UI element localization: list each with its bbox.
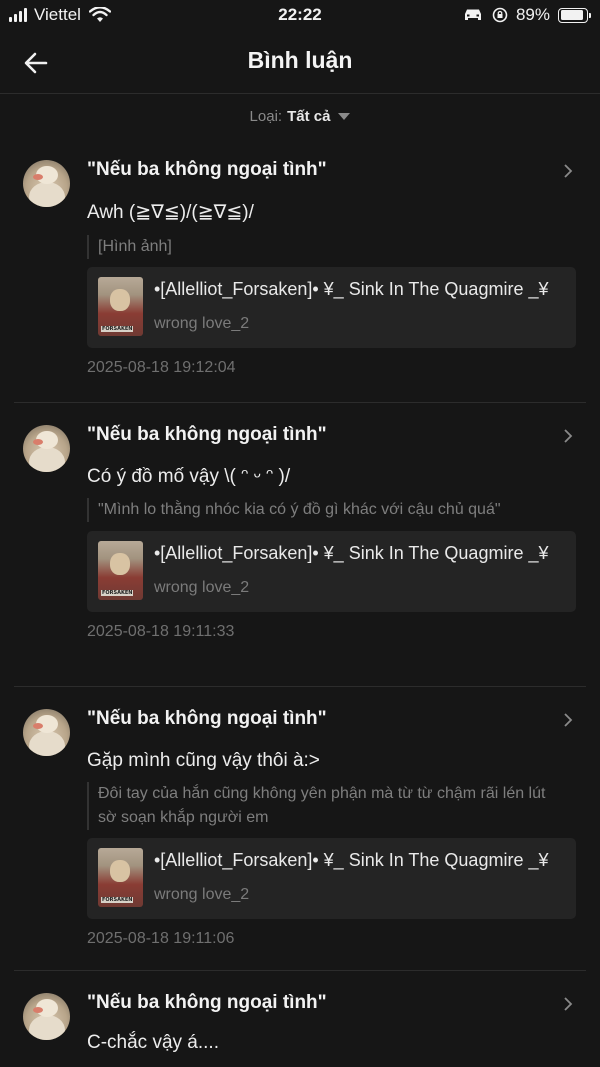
story-chapter: wrong love_2 [154, 886, 250, 903]
header: Bình luận [0, 32, 600, 94]
filter-dropdown[interactable]: Loại: Tất cả [0, 108, 600, 125]
avatar[interactable] [23, 425, 70, 472]
comment-text: Có ý đồ mố vậy \( ᵔ ᵕ ᵔ )/ [87, 466, 291, 487]
chevron-right-icon[interactable] [563, 997, 573, 1011]
chevron-right-icon[interactable] [563, 429, 573, 443]
divider [14, 970, 586, 971]
comment-chapter-title[interactable]: "Nếu ba không ngoại tình" [87, 424, 327, 446]
story-chapter: wrong love_2 [154, 315, 250, 332]
comment-item[interactable]: "Nếu ba không ngoại tình" Gặp mình cũng … [0, 691, 600, 973]
avatar[interactable] [23, 160, 70, 207]
divider [14, 402, 586, 403]
battery-icon [558, 7, 591, 23]
story-cover: FORSAKEN [98, 277, 143, 336]
story-card[interactable]: FORSAKEN •[Allelliot_Forsaken]• ¥_ Sink … [87, 531, 576, 612]
comment-text: C-chắc vậy á.... [87, 1032, 219, 1053]
filter-label: Loại: [249, 108, 283, 125]
avatar[interactable] [23, 709, 70, 756]
orientation-lock-icon [492, 7, 508, 23]
comment-quote: "Mình lo thằng nhóc kia có ý đồ gì khác … [87, 498, 567, 522]
comment-chapter-title[interactable]: "Nếu ba không ngoại tình" [87, 992, 327, 1014]
battery-percent: 89% [515, 5, 550, 24]
chevron-right-icon[interactable] [563, 713, 573, 727]
comment-item[interactable]: "Nếu ba không ngoại tình" Có ý đồ mố vậy… [0, 407, 600, 689]
comment-text: Gặp mình cũng vậy thôi à:> [87, 750, 320, 771]
story-cover: FORSAKEN [98, 541, 143, 600]
filter-value: Tất cả [287, 108, 331, 125]
caret-down-icon [338, 113, 351, 120]
story-card[interactable]: FORSAKEN •[Allelliot_Forsaken]• ¥_ Sink … [87, 267, 576, 348]
comment-quote: [Hình ảnh] [87, 235, 567, 259]
comment-chapter-title[interactable]: "Nếu ba không ngoại tình" [87, 159, 327, 181]
story-card[interactable]: FORSAKEN •[Allelliot_Forsaken]• ¥_ Sink … [87, 838, 576, 919]
comment-timestamp: 2025-08-18 19:11:06 [87, 930, 235, 947]
comment-timestamp: 2025-08-18 19:12:04 [87, 359, 236, 376]
story-title: •[Allelliot_Forsaken]• ¥_ Sink In The Qu… [154, 850, 549, 870]
comment-timestamp: 2025-08-18 19:11:33 [87, 623, 235, 640]
comment-chapter-title[interactable]: "Nếu ba không ngoại tình" [87, 708, 327, 730]
car-icon [464, 9, 481, 20]
status-bar: Viettel 22:22 89% [0, 0, 600, 32]
chevron-right-icon[interactable] [563, 164, 573, 178]
comment-text: Awh (≧∇≦)/(≧∇≦)/ [87, 202, 254, 223]
battery-fill [560, 10, 583, 20]
divider [14, 686, 586, 687]
story-title: •[Allelliot_Forsaken]• ¥_ Sink In The Qu… [154, 279, 549, 299]
story-cover: FORSAKEN [98, 848, 143, 907]
page-title: Bình luận [247, 47, 353, 73]
story-title: •[Allelliot_Forsaken]• ¥_ Sink In The Qu… [154, 543, 549, 563]
comment-item[interactable]: "Nếu ba không ngoại tình" Awh (≧∇≦)/(≧∇≦… [0, 142, 600, 404]
avatar[interactable] [23, 993, 70, 1040]
comment-quote: Đôi tay của hắn cũng không yên phận mà t… [87, 782, 567, 830]
story-chapter: wrong love_2 [154, 579, 250, 596]
comment-item[interactable]: "Nếu ba không ngoại tình" C-chắc vậy á..… [0, 975, 600, 1067]
